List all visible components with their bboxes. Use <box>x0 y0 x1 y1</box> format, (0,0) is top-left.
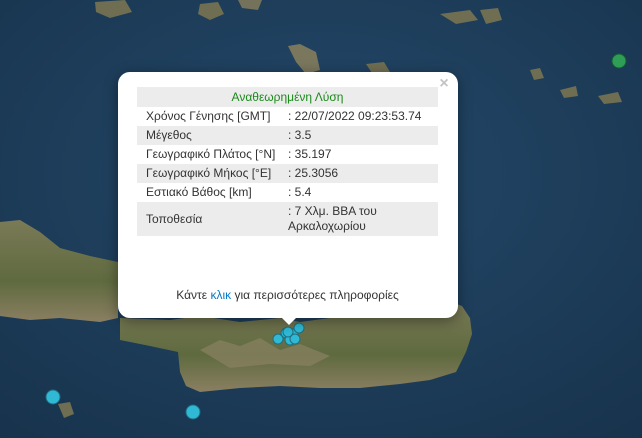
row-value: : 5.4 <box>288 185 312 199</box>
row-label: Γεωγραφικό Πλάτος [°N] <box>146 147 276 161</box>
close-icon[interactable]: × <box>436 76 452 92</box>
info-table: Αναθεωρημένη Λύση Χρόνος Γένησης [GMT] :… <box>137 87 438 236</box>
row-label: Μέγεθος <box>137 126 284 145</box>
earthquake-marker[interactable] <box>185 404 201 420</box>
row-value: : 7 Χλμ. ΒΒΑ του Αρκαλοχωρίου <box>284 202 438 236</box>
earthquake-marker[interactable] <box>282 326 294 338</box>
earthquake-marker-green[interactable] <box>611 53 627 69</box>
row-label: Χρόνος Γένησης [GMT] <box>146 109 271 123</box>
earthquake-marker[interactable] <box>45 389 61 405</box>
popup-title: Αναθεωρημένη Λύση <box>137 87 438 107</box>
row-value: : 22/07/2022 09:23:53.74 <box>288 109 422 123</box>
row-value: : 35.197 <box>288 147 332 161</box>
row-label: Εστιακό Βάθος [km] <box>146 185 252 199</box>
row-label: Τοποθεσία <box>137 202 284 236</box>
more-info-link[interactable]: κλικ <box>210 288 231 302</box>
popup-tip <box>280 316 298 325</box>
more-suffix: για περισσότερες πληροφορίες <box>234 288 399 302</box>
row-value: : 3.5 <box>284 126 438 145</box>
more-info-line: Κάντε κλικ για περισσότερες πληροφορίες <box>137 288 438 302</box>
row-value: : 25.3056 <box>284 164 438 183</box>
more-prefix: Κάντε <box>176 288 208 302</box>
row-label: Γεωγραφικό Μήκος [°E] <box>137 164 284 183</box>
